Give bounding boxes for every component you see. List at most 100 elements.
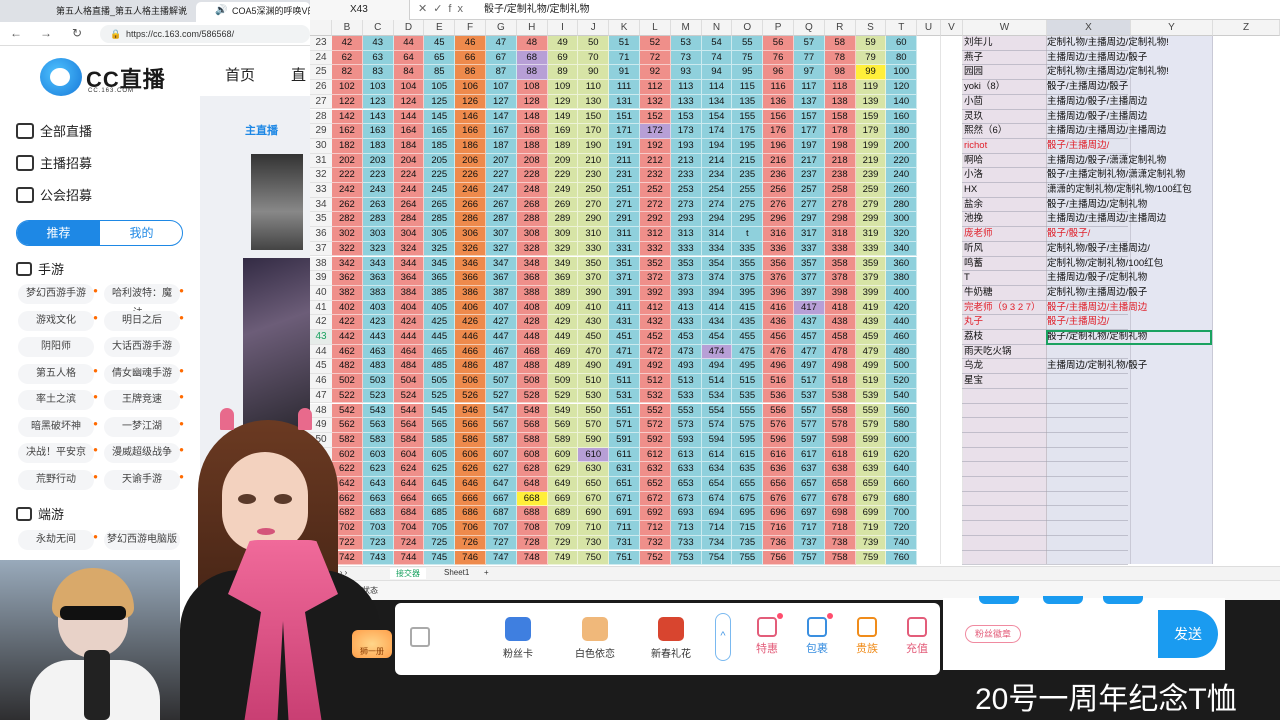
table-cell[interactable]: 725 <box>424 535 456 551</box>
gift-cell[interactable]: 骰子/主播周边/定制礼物 <box>1047 198 1147 213</box>
table-cell[interactable]: 434 <box>701 315 733 330</box>
table-cell[interactable]: t <box>732 227 764 242</box>
select-all-corner[interactable] <box>310 20 332 36</box>
table-cell[interactable]: 480 <box>886 344 918 360</box>
table-cell[interactable]: 308 <box>516 227 548 242</box>
table-cell[interactable]: 483 <box>362 359 394 375</box>
table-cell[interactable]: 498 <box>824 359 856 375</box>
table-cell[interactable]: 718 <box>824 521 856 536</box>
table-cell[interactable]: 130 <box>578 94 610 110</box>
viewer-name-cell[interactable]: 荔枝 <box>964 330 1048 345</box>
table-cell[interactable]: 647 <box>486 477 517 492</box>
column-header[interactable]: Q <box>794 20 825 36</box>
table-cell[interactable]: 113 <box>670 80 702 95</box>
table-cell[interactable]: 667 <box>486 491 517 507</box>
table-cell[interactable]: 684 <box>393 506 425 522</box>
table-cell[interactable]: 63 <box>362 50 394 66</box>
table-cell[interactable]: 95 <box>732 65 764 81</box>
table-cell[interactable]: 637 <box>794 462 825 477</box>
table-cell[interactable]: 556 <box>763 403 794 419</box>
table-cell[interactable]: 173 <box>670 124 702 139</box>
table-cell[interactable]: 156 <box>763 109 794 125</box>
table-cell[interactable]: 245 <box>424 183 456 198</box>
table-cell[interactable]: 184 <box>393 138 425 154</box>
table-cell[interactable]: 54 <box>701 36 733 51</box>
table-cell[interactable]: 715 <box>732 521 764 536</box>
table-cell[interactable]: 50 <box>578 36 610 51</box>
table-cell[interactable]: 493 <box>670 359 702 375</box>
table-cell[interactable]: 604 <box>393 447 425 463</box>
table-cell[interactable]: 559 <box>855 403 887 419</box>
table-cell[interactable]: 217 <box>794 153 825 169</box>
table-cell[interactable]: 526 <box>455 388 486 404</box>
table-cell[interactable]: 327 <box>486 241 517 257</box>
table-cell[interactable]: 286 <box>455 212 486 228</box>
table-cell[interactable]: 168 <box>516 124 548 139</box>
table-cell[interactable]: 253 <box>670 183 702 198</box>
table-cell[interactable]: 289 <box>547 212 579 228</box>
table-cell[interactable]: 68 <box>516 50 548 66</box>
mobile-games-title[interactable]: 手游 <box>16 259 64 278</box>
table-cell[interactable]: 409 <box>547 300 579 316</box>
gift-cell[interactable]: 骰子/主播周边/骰子 <box>1047 80 1128 95</box>
column-header[interactable]: K <box>609 20 640 36</box>
table-cell[interactable]: 348 <box>516 256 548 272</box>
sheet-tab-active[interactable]: 接交器 <box>390 568 426 579</box>
table-cell[interactable]: 657 <box>794 477 825 492</box>
table-cell[interactable]: 510 <box>578 374 610 389</box>
table-cell[interactable]: 500 <box>886 359 918 375</box>
table-cell[interactable]: 564 <box>393 418 425 433</box>
table-cell[interactable]: 407 <box>486 300 517 316</box>
table-cell[interactable]: 367 <box>486 271 517 286</box>
table-cell[interactable]: 251 <box>609 183 640 198</box>
table-cell[interactable]: 759 <box>855 550 887 566</box>
table-cell[interactable]: 91 <box>609 65 640 81</box>
table-cell[interactable]: 475 <box>732 344 764 360</box>
table-cell[interactable]: 92 <box>640 65 671 81</box>
table-cell[interactable]: 189 <box>547 138 579 154</box>
table-cell[interactable]: 179 <box>855 124 887 139</box>
table-cell[interactable]: 655 <box>732 477 764 492</box>
table-cell[interactable]: 44 <box>393 36 425 51</box>
table-cell[interactable]: 577 <box>794 418 825 433</box>
table-cell[interactable]: 325 <box>424 241 456 257</box>
row-header[interactable]: 41 <box>310 300 332 316</box>
table-cell[interactable]: 593 <box>670 432 702 448</box>
table-cell[interactable]: 43 <box>362 36 394 51</box>
table-cell[interactable]: 243 <box>362 183 394 198</box>
send-button[interactable]: 发送 <box>1158 610 1218 658</box>
viewer-name-cell[interactable]: 园园 <box>964 65 1048 80</box>
gift-cell[interactable]: 主播周边/主播周边/骰子 <box>1047 51 1147 66</box>
table-cell[interactable]: 117 <box>794 80 825 95</box>
table-cell[interactable]: 360 <box>886 256 918 272</box>
table-cell[interactable]: 316 <box>763 227 794 242</box>
table-cell[interactable]: 430 <box>578 315 610 330</box>
table-cell[interactable]: 233 <box>670 168 702 183</box>
table-cell[interactable]: 299 <box>855 212 887 228</box>
table-cell[interactable]: 673 <box>670 491 702 507</box>
table-cell[interactable]: 628 <box>516 462 548 477</box>
viewer-name-cell[interactable]: 刘年儿 <box>964 36 1048 51</box>
table-cell[interactable]: 553 <box>670 403 702 419</box>
table-cell[interactable]: 115 <box>732 80 764 95</box>
table-cell[interactable]: 443 <box>362 330 394 345</box>
table-cell[interactable]: 368 <box>516 271 548 286</box>
table-cell[interactable]: 432 <box>640 315 671 330</box>
table-cell[interactable]: 574 <box>701 418 733 433</box>
table-cell[interactable]: 344 <box>393 256 425 272</box>
column-header[interactable]: W <box>963 20 1047 36</box>
table-cell[interactable]: 186 <box>455 138 486 154</box>
table-cell[interactable]: 403 <box>362 300 394 316</box>
gift-fan-card[interactable]: 粉丝卡 <box>483 617 553 660</box>
table-cell[interactable]: 576 <box>763 418 794 433</box>
viewer-name-cell[interactable]: 完老师（9 3 2 7） <box>964 301 1048 316</box>
table-cell[interactable]: 457 <box>794 330 825 345</box>
sidebar-item-anchor-recruit[interactable]: 主播招募 <box>16 154 92 174</box>
table-cell[interactable]: 197 <box>794 138 825 154</box>
table-cell[interactable]: 557 <box>794 403 825 419</box>
table-cell[interactable]: 242 <box>332 183 363 198</box>
table-cell[interactable]: 482 <box>332 359 363 375</box>
gift-cell[interactable]: 定制礼物/主播周边/定制礼物! <box>1047 65 1169 80</box>
table-cell[interactable]: 105 <box>424 80 456 95</box>
table-cell[interactable]: 57 <box>794 36 825 51</box>
